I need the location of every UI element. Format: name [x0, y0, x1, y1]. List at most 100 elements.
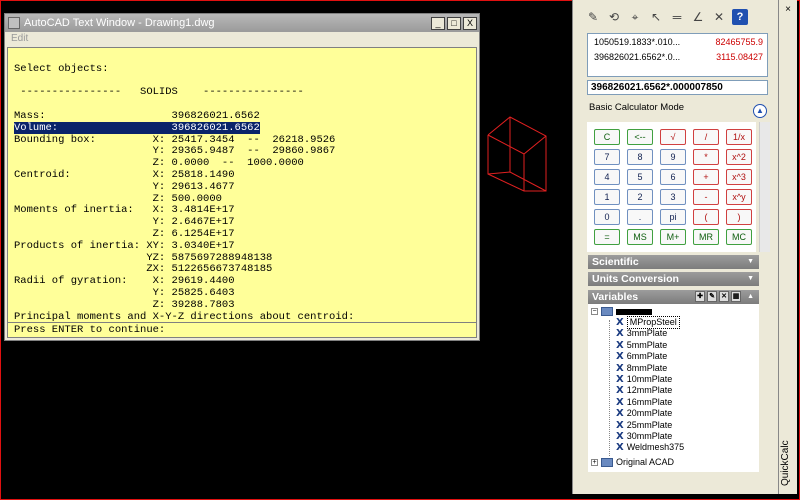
key-button[interactable]: / [693, 129, 719, 145]
palette-titlebar[interactable]: × QuickCalc [778, 0, 797, 494]
variable-item[interactable]: X MPropSteel [616, 316, 680, 330]
key-button[interactable]: 6 [660, 169, 686, 185]
chevron-down-icon: ▼ [747, 275, 754, 282]
key-button[interactable]: 2 [627, 189, 653, 205]
key-button[interactable]: 4 [594, 169, 620, 185]
history-row[interactable]: 1050519.1833*.010... 82465755.9 [588, 34, 767, 49]
history-line: Products of inertia: XY: 3.0340E+17 [14, 239, 235, 252]
key-button[interactable]: * [693, 149, 719, 165]
key-button[interactable]: MS [627, 229, 653, 245]
key-button[interactable]: 8 [627, 149, 653, 165]
history-icon[interactable]: ⟲ [606, 9, 622, 25]
key-button[interactable]: x^2 [726, 149, 752, 165]
key-button[interactable]: - [693, 189, 719, 205]
variable-item[interactable]: X 30mmPlate [616, 431, 672, 442]
edit-variable-icon[interactable]: ✎ [707, 291, 717, 302]
delete-variable-icon[interactable]: ✕ [719, 291, 729, 302]
get-coordinates-icon[interactable]: ⌖ [627, 9, 643, 25]
section-scientific[interactable]: Scientific ▼ [588, 255, 759, 269]
variable-item[interactable]: X 12mmPlate [616, 385, 672, 396]
tree-root-node[interactable]: + Original ACAD [591, 457, 674, 468]
variable-item[interactable]: X Weldmesh375 [616, 442, 684, 453]
variable-item[interactable]: X 6mmPlate [616, 351, 667, 362]
restore-button[interactable]: □ [447, 16, 461, 30]
quickcalc-palette[interactable]: ✎ ⟲ ⌖ ↖ ═ ∠ ✕? 1050519.1833*.010... 82465755.9… [572, 0, 779, 494]
minimize-button[interactable]: _ [431, 16, 445, 30]
variable-icon: X [616, 408, 624, 420]
key-button[interactable]: 9 [660, 149, 686, 165]
calculator-icon[interactable]: ▦ [731, 291, 741, 302]
variable-label: 10mmPlate [626, 374, 673, 384]
variable-label: 16mmPlate [626, 396, 673, 407]
history-line: Select objects: [14, 62, 109, 75]
key-button[interactable]: MC [726, 229, 752, 245]
close-button[interactable]: X [463, 16, 477, 30]
chevron-down-icon: ▼ [747, 258, 754, 265]
text-window[interactable]: AutoCAD Text Window - Drawing1.dwg _ □ X… [4, 13, 480, 341]
variable-item[interactable]: X 25mmPlate [616, 420, 672, 431]
variable-item[interactable]: X 10mmPlate [616, 374, 672, 385]
history-row[interactable]: 396826021.6562*.0... 3115.08427 [588, 49, 767, 64]
expand-icon[interactable]: + [591, 459, 598, 467]
palette-scrollbar[interactable] [759, 122, 770, 252]
key-button[interactable]: x^3 [726, 169, 752, 185]
angle-icon[interactable]: ═ [669, 9, 685, 25]
key-button[interactable]: 3 [660, 189, 686, 205]
variable-icon: X [616, 419, 624, 431]
history-line: Z: 6.1254E+17 [14, 227, 235, 240]
delete-icon[interactable]: ✕ [711, 9, 727, 25]
key-button[interactable]: = [594, 229, 620, 245]
key-button[interactable]: C [594, 129, 620, 145]
variables-tree[interactable]: − X MPropSteel X 3mmPlate X 5mmPlate X 6mmPlate X… [588, 304, 759, 472]
key-button[interactable]: + [693, 169, 719, 185]
distance-icon[interactable]: ↖ [648, 9, 664, 25]
key-button[interactable]: . [627, 209, 653, 225]
key-button[interactable]: 0 [594, 209, 620, 225]
collapse-chevron-icon[interactable]: ▲ [753, 104, 767, 118]
key-button[interactable]: M+ [660, 229, 686, 245]
key-button[interactable]: x^y [726, 189, 752, 205]
text-window-titlebar[interactable]: AutoCAD Text Window - Drawing1.dwg _ □ X [5, 14, 479, 32]
key-button[interactable]: 7 [594, 149, 620, 165]
key-button[interactable]: ( [693, 209, 719, 225]
variable-label: 25mmPlate [626, 419, 673, 430]
variable-icon: X [616, 339, 624, 351]
command-history[interactable]: Select objects: ---------------- SOLIDS … [7, 47, 477, 338]
variable-item[interactable]: X 8mmPlate [616, 363, 667, 374]
variable-label: 8mmPlate [626, 362, 668, 373]
variable-item[interactable]: X 5mmPlate [616, 340, 667, 351]
section-variables[interactable]: Variables ✚ ✎ ✕ ▦ ▲ [588, 290, 759, 304]
help-icon[interactable]: ? [732, 9, 748, 25]
palette-close-icon[interactable]: × [782, 4, 794, 16]
key-button[interactable]: 1 [594, 189, 620, 205]
command-prompt[interactable]: Press ENTER to continue: [8, 322, 476, 337]
key-button[interactable]: √ [660, 129, 686, 145]
key-button[interactable]: 1/x [726, 129, 752, 145]
key-button[interactable]: ) [726, 209, 752, 225]
new-variable-icon[interactable]: ✚ [695, 291, 705, 302]
variable-item[interactable]: X 20mmPlate [616, 408, 672, 419]
menu-edit[interactable]: Edit [5, 32, 479, 46]
key-button[interactable]: <-- [627, 129, 653, 145]
input-box[interactable]: 396826021.6562*.000007850 [587, 80, 768, 95]
variable-label: 30mmPlate [626, 431, 673, 441]
intersection-icon[interactable]: ∠ [690, 9, 706, 25]
history-line: Centroid: X: 25818.1490 [14, 168, 235, 181]
number-pad: C <-- √ / 1/x 7 8 9 * x^2 4 5 6 + x^3 1 2 3- x^y 0. pi () = MS M… [587, 122, 756, 252]
key-button[interactable]: 5 [627, 169, 653, 185]
variable-label: 12mmPlate [626, 385, 673, 396]
section-units-conversion[interactable]: Units Conversion ▼ [588, 272, 759, 286]
history-line: Y: 29613.4677 [14, 180, 235, 193]
clear-icon[interactable]: ✎ [585, 9, 601, 25]
key-button[interactable]: pi [660, 209, 686, 225]
collapse-icon[interactable]: − [591, 308, 598, 316]
variable-label: MPropSteel [626, 316, 680, 330]
variable-item[interactable]: X 3mmPlate [616, 328, 667, 339]
history-area[interactable]: 1050519.1833*.010... 82465755.9 39682602… [587, 33, 768, 77]
variable-label: 20mmPlate [626, 408, 673, 419]
variable-icon: X [616, 328, 624, 340]
variable-item[interactable]: X 16mmPlate [616, 397, 672, 408]
key-button[interactable]: MR [693, 229, 719, 245]
variable-icon: X [616, 317, 624, 328]
history-line: Y: 25825.6403 [14, 286, 235, 299]
